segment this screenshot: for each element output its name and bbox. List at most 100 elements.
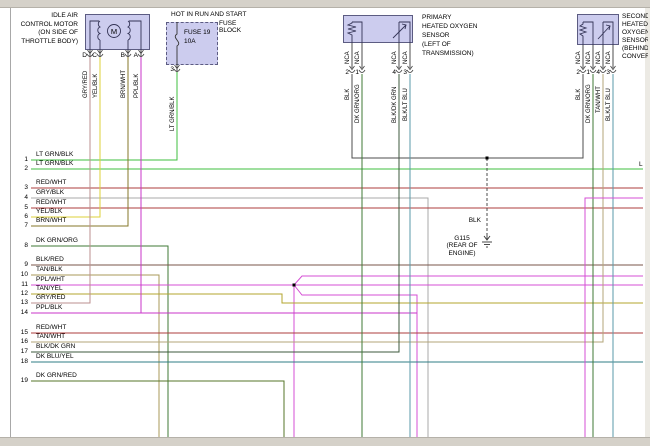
g115-label: G115 (REAR OF ENGINE): [442, 235, 482, 257]
wire-label-row-17: BLK/DK GRN: [36, 343, 75, 351]
fuse-title: HOT IN RUN AND START: [171, 11, 246, 19]
circuit-number-6: 6: [16, 213, 28, 220]
wire-label-row-10: TAN/BLK: [36, 266, 63, 274]
vertical-wire-label: NCA: [595, 51, 603, 64]
iac-label-line: (ON SIDE OF: [14, 29, 78, 38]
circuit-number-2: 2: [16, 165, 28, 172]
vertical-wire-label: NCA: [354, 51, 362, 64]
junction-dot: [486, 157, 489, 160]
primary-o2-element-icon: [343, 15, 413, 43]
circuit-number-12: 12: [16, 290, 28, 297]
pin-label-C: C: [86, 52, 97, 59]
wire-label-row-15: RED/WHT: [36, 324, 66, 332]
wire-label-row-2: LT GRN/BLK: [36, 160, 73, 168]
wire-label-row-16: TAN/WHT: [36, 333, 65, 341]
pin-label-1: 1: [348, 69, 359, 76]
vertical-wire-label: GRY/RED: [82, 71, 90, 98]
wire-label-row-1: LT GRN/BLK: [36, 151, 73, 159]
junction-dot: [293, 284, 296, 287]
wiring-diagram-page: IDLE AIR CONTROL MOTOR (ON SIDE OF THROT…: [0, 0, 650, 446]
primary-o2-label-line: HEATED OXYGEN: [422, 22, 478, 31]
secondary-o2-label-line: OXYGEN: [622, 29, 648, 37]
secondary-o2-label-line: SENSOR: [622, 37, 648, 45]
circuit-number-14: 14: [16, 309, 28, 316]
vertical-wire-label: DK GRN/ORG: [354, 84, 362, 123]
wire-label-row-14: PPL/BLK: [36, 304, 62, 312]
g115-name: G115: [442, 235, 482, 242]
iac-label-line: IDLE AIR: [14, 12, 78, 21]
wire-label-row-11: PPL/WHT: [36, 276, 65, 284]
vertical-wire-label: BLK: [575, 89, 583, 100]
vertical-wire-label: LT GRN/BLK: [169, 97, 177, 131]
circuit-number-3: 3: [16, 184, 28, 191]
motor-letter: M: [111, 27, 117, 36]
secondary-o2-label-line: (BEHIND: [622, 45, 648, 53]
secondary-o2-label-line: HEATED: [622, 21, 648, 29]
wire-label-row-4: GRY/BLK: [36, 189, 64, 197]
wire-label-row-6: YEL/BLK: [36, 208, 62, 216]
wire-fuse-output-row1: [31, 72, 177, 160]
primary-o2-label-line: (LEFT OF: [422, 40, 478, 49]
ground-icon: [480, 233, 494, 249]
pin-label-4: 4: [385, 69, 396, 76]
circuit-number-4: 4: [16, 194, 28, 201]
wire-right-ppl-wht: [585, 198, 643, 437]
fuse-block-label: FUSE BLOCK: [219, 20, 241, 34]
vertical-wire-label: NCA: [575, 51, 583, 64]
vertical-wire-label: YEL/BLK: [92, 74, 100, 98]
vertical-wire-label: NCA: [402, 51, 410, 64]
secondary-o2-label: SECONDARY HEATED OXYGEN SENSOR (BEHIND C…: [622, 13, 648, 65]
vertical-wire-label: BLK/DK GRN: [391, 87, 399, 123]
circuit-number-7: 7: [16, 222, 28, 229]
iac-label: IDLE AIR CONTROL MOTOR (ON SIDE OF THROT…: [14, 12, 78, 47]
secondary-o2-label-line: CONVERTER): [622, 53, 648, 61]
circuit-number-13: 13: [16, 299, 28, 306]
wire-label-row-3: RED/WHT: [36, 179, 66, 187]
g115-location-line: (REAR OF: [442, 242, 482, 249]
fuse-block-label-line: BLOCK: [219, 27, 241, 34]
wire-o2-ground-blk: [352, 74, 583, 158]
pin-label-3: 3: [163, 66, 174, 73]
primary-o2-label-line: SENSOR: [422, 31, 478, 40]
motor-winding-icon: M: [85, 14, 150, 50]
circuit-number-15: 15: [16, 329, 28, 336]
fuse-name: FUSE 19: [184, 29, 210, 37]
pin-label-A: A: [127, 52, 138, 59]
wiring-layer: [0, 0, 650, 446]
vertical-wire-label: BLK: [344, 89, 352, 100]
pin-label-3: 3: [599, 69, 610, 76]
wire-row17-blk-dk-grn: [31, 74, 399, 352]
vertical-wire-label: BLK/LT BLU: [402, 88, 410, 121]
vertical-wire-label: DK GRN/ORG: [585, 84, 593, 123]
vertical-wire-label: NCA: [391, 51, 399, 64]
iac-label-line: THROTTLE BODY): [14, 38, 78, 47]
iac-label-line: CONTROL MOTOR: [14, 21, 78, 30]
circuit-number-9: 9: [16, 261, 28, 268]
wire-label-row-9: BLK/RED: [36, 256, 64, 264]
wire-row4-gry-blk: [31, 198, 428, 437]
vertical-wire-label: BRN/WHT: [120, 70, 128, 98]
vertical-wire-label: PPL/BLK: [133, 74, 141, 98]
secondary-o2-element-icon: [577, 14, 619, 45]
fuse-rating: 10A: [184, 38, 196, 46]
vertical-wire-label: NCA: [605, 51, 613, 64]
circuit-number-5: 5: [16, 204, 28, 211]
wire-label-row-18: DK BLU/YEL: [36, 353, 74, 361]
primary-o2-label-line: PRIMARY: [422, 13, 478, 22]
secondary-o2-label-line: SECONDARY: [622, 13, 648, 21]
wire-label-row-8: DK GRN/ORG: [36, 237, 78, 245]
circuit-number-11: 11: [16, 281, 28, 288]
wire-label-row-12: TAN/YEL: [36, 285, 63, 293]
pin-label-B: B: [114, 52, 125, 59]
edge-continuation-label: L: [639, 161, 643, 169]
wire-label-row-19: DK GRN/RED: [36, 372, 77, 380]
circuit-number-8: 8: [16, 242, 28, 249]
circuit-number-18: 18: [16, 358, 28, 365]
fuse-element-icon: [170, 22, 184, 66]
wire-label-row-13: GRY/RED: [36, 294, 66, 302]
circuit-number-16: 16: [16, 338, 28, 345]
g115-wire-label: BLK: [449, 217, 481, 225]
wire-label-row-5: RED/WHT: [36, 199, 66, 207]
circuit-number-1: 1: [16, 156, 28, 163]
wire-row11-branch-up: [294, 276, 643, 285]
